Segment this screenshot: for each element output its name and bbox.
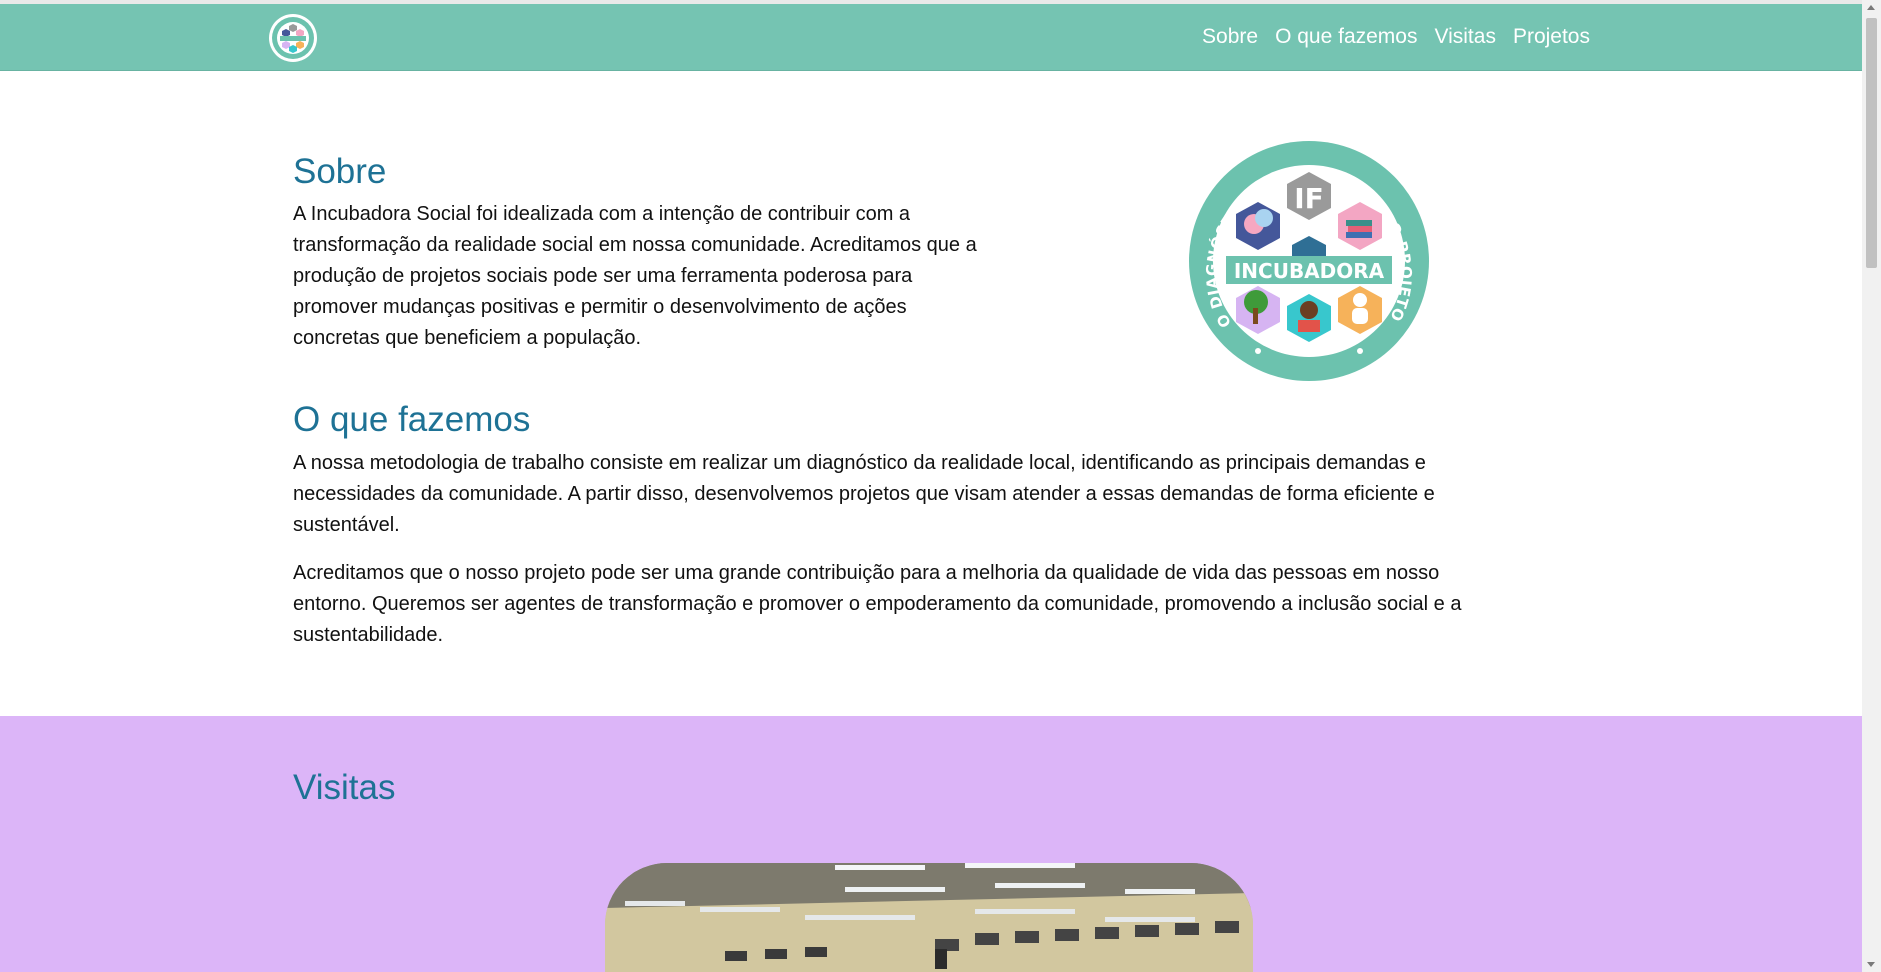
scroll-down-arrow-icon[interactable] — [1867, 962, 1875, 967]
visitas-title: Visitas — [293, 768, 396, 807]
paragraph-line: A nossa metodologia de trabalho consiste… — [293, 452, 1426, 474]
scroll-up-arrow-icon[interactable] — [1867, 5, 1875, 10]
sobre-title: Sobre — [293, 152, 387, 191]
nav-link-projetos[interactable]: Projetos — [1513, 24, 1590, 50]
navbar: Sobre O que fazemos Visitas Projetos — [0, 4, 1862, 71]
o-que-fazemos-paragraph-1: A nossa metodologia de trabalho consiste… — [293, 448, 1435, 541]
visit-photo — [605, 863, 1253, 972]
paragraph-line: sustentabilidade. — [293, 624, 444, 646]
paragraph-line: Acreditamos que o nosso projeto pode ser… — [293, 562, 1440, 584]
nav-link-sobre[interactable]: Sobre — [1202, 24, 1258, 50]
scrollbar-thumb[interactable] — [1866, 18, 1877, 268]
logo-banner-text: INCUBADORA — [1234, 259, 1385, 283]
sobre-line: transformação da realidade social em nos… — [293, 234, 977, 256]
sobre-paragraph: A Incubadora Social foi idealizada com a… — [293, 199, 977, 354]
logo-if-badge: IF — [1294, 182, 1324, 215]
o-que-fazemos-paragraph-2: Acreditamos que o nosso projeto pode ser… — [293, 558, 1461, 651]
sobre-line: promover mudanças positivas e permitir o… — [293, 296, 907, 318]
paragraph-line: necessidades da comunidade. A partir dis… — [293, 483, 1435, 505]
paragraph-line: sustentável. — [293, 514, 400, 536]
incubadora-logo: GESTANDO DIAGNÓSTICOS, E ELABORANDO PROJ… — [1179, 124, 1432, 384]
sobre-line: A Incubadora Social foi idealizada com a… — [293, 203, 911, 225]
nav-logo[interactable] — [268, 13, 318, 63]
nav-link-visitas[interactable]: Visitas — [1434, 24, 1495, 50]
sobre-line: concretas que beneficiem a população. — [293, 327, 642, 349]
nav-links: Sobre O que fazemos Visitas Projetos — [1202, 24, 1590, 50]
visit-photo-image — [605, 863, 1253, 972]
o-que-fazemos-title: O que fazemos — [293, 400, 531, 439]
paragraph-line: entorno. Queremos ser agentes de transfo… — [293, 593, 1462, 615]
nav-link-o-que-fazemos[interactable]: O que fazemos — [1275, 24, 1417, 50]
sobre-line: produção de projetos sociais pode ser um… — [293, 265, 913, 287]
scrollbar[interactable] — [1862, 0, 1881, 972]
